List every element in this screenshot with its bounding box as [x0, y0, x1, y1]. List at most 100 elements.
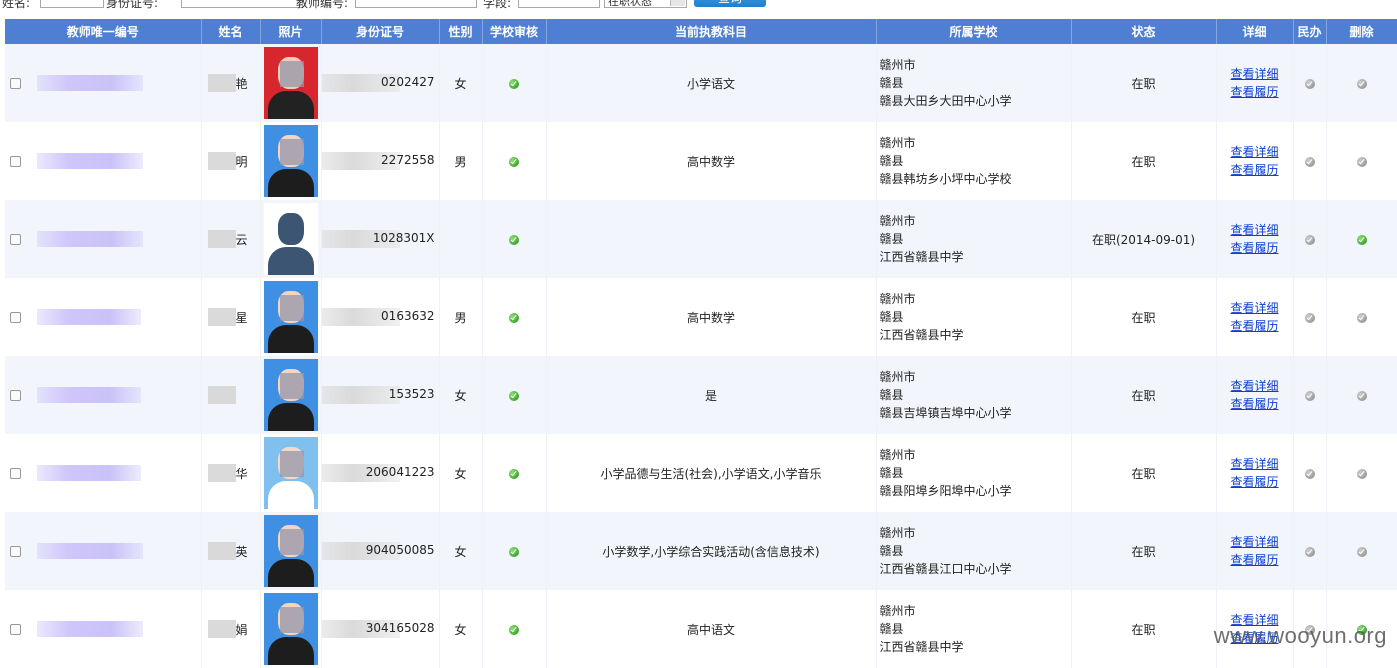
redacted-teacher-no [36, 543, 143, 559]
row-checkbox[interactable] [10, 155, 21, 167]
view-history-link[interactable]: 查看履历 [1217, 83, 1293, 101]
view-history-link[interactable]: 查看履历 [1217, 551, 1293, 569]
pixelated-face [279, 529, 304, 555]
private-toggle-icon[interactable] [1304, 156, 1315, 167]
private-toggle-icon[interactable] [1304, 312, 1315, 323]
private-toggle-icon[interactable] [1304, 468, 1315, 479]
view-detail-link[interactable]: 查看详细 [1217, 377, 1293, 395]
status-select-value: 在职状态 [608, 0, 652, 8]
row-checkbox[interactable] [10, 233, 21, 245]
view-detail-link[interactable]: 查看详细 [1217, 455, 1293, 473]
subject-cell: 小学数学,小学综合实践活动(含信息技术) [546, 512, 877, 590]
teacher-photo[interactable] [263, 359, 318, 431]
school-name: 赣县吉埠镇吉埠中心小学 [879, 406, 1012, 420]
view-detail-link[interactable]: 查看详细 [1217, 143, 1293, 161]
view-history-link[interactable]: 查看履历 [1217, 317, 1293, 335]
view-history-link[interactable]: 查看履历 [1217, 395, 1293, 413]
stage-input[interactable] [518, 0, 600, 8]
idcard-input[interactable] [181, 0, 303, 8]
delete-toggle-icon[interactable] [1356, 78, 1367, 89]
row-checkbox[interactable] [10, 311, 21, 323]
delete-toggle-icon[interactable] [1356, 546, 1367, 557]
redacted-name [207, 74, 236, 92]
view-detail-link[interactable]: 查看详细 [1217, 65, 1293, 83]
delete-toggle-icon[interactable] [1356, 234, 1367, 245]
name-cell: 星 [201, 278, 261, 356]
school-city: 赣州市 [879, 58, 916, 72]
check-icon [509, 624, 519, 635]
teacher-photo[interactable] [263, 515, 318, 587]
subject-cell: 小学品德与生活(社会),小学语文,小学音乐 [546, 434, 877, 512]
col-delete: 删除 [1326, 19, 1397, 44]
idcard-tail: 206041223 [365, 465, 435, 479]
check-icon [509, 390, 519, 401]
row-checkbox[interactable] [10, 467, 21, 479]
status-cell: 在职 [1071, 434, 1217, 512]
name-cell: 娟 [201, 590, 261, 668]
view-detail-link[interactable]: 查看详细 [1217, 221, 1293, 239]
private-cell [1293, 278, 1327, 356]
table-row: 星 0163632 男 高中数学 赣州市 赣县 江西省赣县中学 在职 查看详细 … [5, 278, 1397, 356]
private-toggle-icon[interactable] [1304, 546, 1315, 557]
detail-cell: 查看详细 查看履历 [1216, 44, 1294, 122]
idcard-label: 身份证号: [106, 0, 159, 10]
view-history-link[interactable]: 查看履历 [1217, 161, 1293, 179]
pixelated-face [279, 607, 304, 633]
name-tail: 明 [235, 155, 248, 169]
name-input[interactable] [40, 0, 104, 8]
idcard-tail: 304165028 [365, 621, 435, 635]
delete-toggle-icon[interactable] [1356, 468, 1367, 479]
teacher-no-cell [5, 512, 202, 590]
teacher-no-cell [5, 590, 202, 668]
query-button[interactable]: 查询 [694, 0, 766, 7]
delete-cell [1326, 278, 1397, 356]
photo-cell [260, 44, 322, 122]
teacher-no-cell [5, 44, 202, 122]
view-history-link[interactable]: 查看履历 [1217, 239, 1293, 257]
school-name: 江西省赣县中学 [879, 328, 964, 342]
status-cell: 在职(2014-09-01) [1071, 200, 1217, 278]
delete-toggle-icon[interactable] [1356, 156, 1367, 167]
school-cell: 赣州市 赣县 江西省赣县中学 [876, 200, 1072, 278]
private-toggle-icon[interactable] [1304, 78, 1315, 89]
teacher-photo[interactable] [263, 203, 318, 275]
col-school: 所属学校 [876, 19, 1072, 44]
school-cell: 赣州市 赣县 赣县吉埠镇吉埠中心小学 [876, 356, 1072, 434]
idcard-cell: 1028301X [321, 200, 440, 278]
teacher-photo[interactable] [263, 125, 318, 197]
row-checkbox[interactable] [10, 77, 21, 89]
col-detail: 详细 [1216, 19, 1294, 44]
school-county: 赣县 [879, 310, 904, 324]
teacher-no-cell [5, 122, 202, 200]
teacher-photo[interactable] [263, 593, 318, 665]
idcard-cell: 2272558 [321, 122, 440, 200]
teacher-photo[interactable] [263, 437, 318, 509]
table-row: 云 1028301X 赣州市 赣县 江西省赣县中学 在职(2014-09-01)… [5, 200, 1397, 278]
private-toggle-icon[interactable] [1304, 234, 1315, 245]
view-detail-link[interactable]: 查看详细 [1217, 299, 1293, 317]
school-cell: 赣州市 赣县 江西省赣县中学 [876, 278, 1072, 356]
pixelated-face [279, 451, 304, 477]
subject-cell: 是 [546, 356, 877, 434]
row-checkbox[interactable] [10, 389, 21, 401]
view-history-link[interactable]: 查看履历 [1217, 473, 1293, 491]
delete-toggle-icon[interactable] [1356, 390, 1367, 401]
gender-cell: 女 [439, 512, 483, 590]
teacher-photo[interactable] [263, 281, 318, 353]
teacher-no-input[interactable] [355, 0, 477, 8]
row-checkbox[interactable] [10, 623, 21, 635]
name-cell: 英 [201, 512, 261, 590]
private-toggle-icon[interactable] [1304, 390, 1315, 401]
col-gender: 性别 [439, 19, 483, 44]
review-cell [482, 590, 547, 668]
idcard-tail: 904050085 [365, 543, 435, 557]
subject-cell: 高中数学 [546, 278, 877, 356]
status-select[interactable]: 在职状态 [604, 0, 687, 8]
view-detail-link[interactable]: 查看详细 [1217, 533, 1293, 551]
watermark: www.wooyun.org [1213, 623, 1387, 648]
redacted-teacher-no [36, 75, 143, 91]
teacher-photo[interactable] [263, 47, 318, 119]
redacted-name [207, 542, 236, 560]
row-checkbox[interactable] [10, 545, 21, 557]
delete-toggle-icon[interactable] [1356, 312, 1367, 323]
